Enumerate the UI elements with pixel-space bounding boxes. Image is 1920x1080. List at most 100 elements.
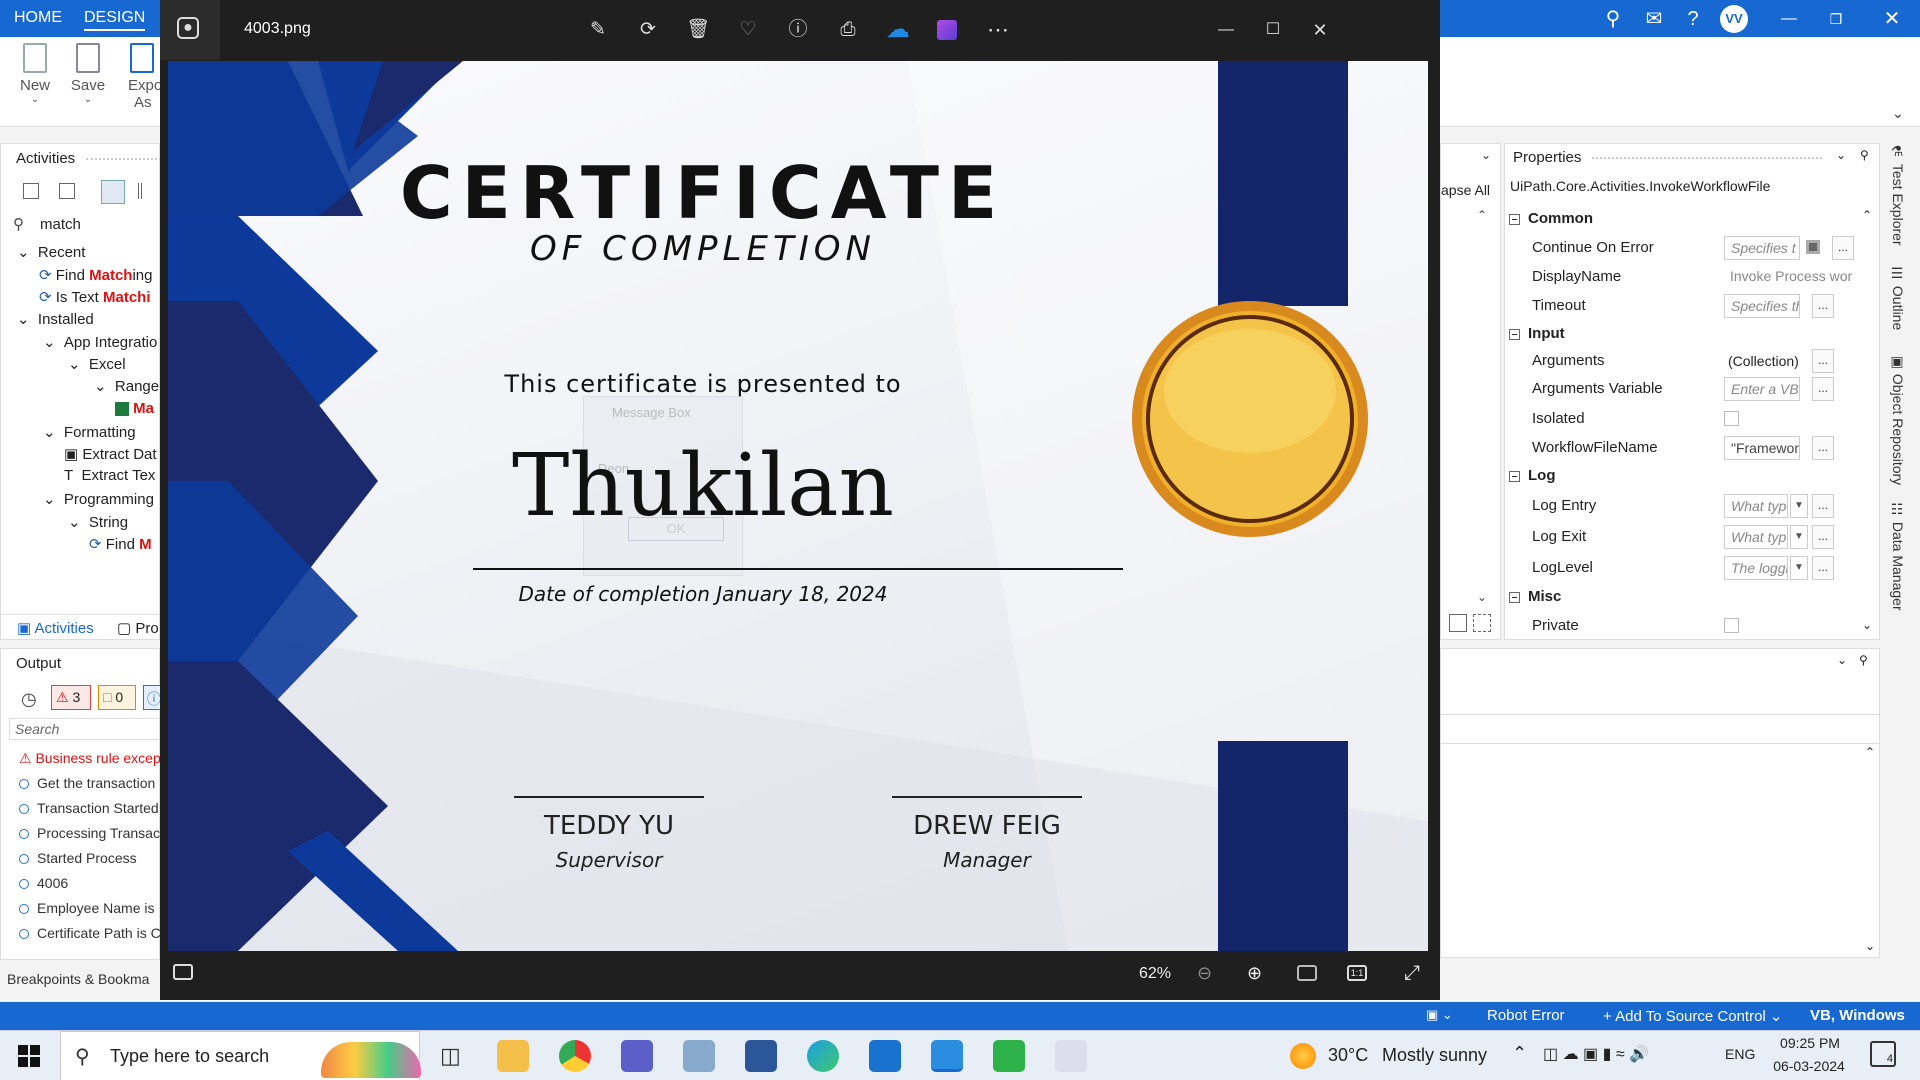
workflow-file-name-input[interactable]: "Framework\P — [1724, 436, 1800, 460]
weather-sun-icon[interactable] — [1290, 1043, 1316, 1069]
output-line[interactable]: Get the transaction — [19, 775, 155, 791]
tree-node-range[interactable]: ⌄ Range — [94, 377, 159, 395]
category-common[interactable]: Common — [1509, 210, 1593, 227]
tree-item-match-excel[interactable]: Ma — [115, 400, 154, 417]
tab-activities[interactable]: ▣ Activities — [17, 619, 94, 637]
close-icon[interactable]: ✕ — [1879, 6, 1905, 32]
onedrive-icon[interactable]: ☁ — [885, 17, 911, 43]
tree-item-extract-date[interactable]: ▣ Extract Dat — [64, 445, 157, 463]
maximize-icon[interactable]: ☐ — [1260, 17, 1286, 43]
category-input[interactable]: Input — [1509, 325, 1565, 342]
fullscreen-icon[interactable]: ⤢ — [1404, 962, 1420, 985]
chevron-down-icon[interactable]: ⌄ — [1477, 590, 1487, 604]
clipchamp-icon[interactable] — [937, 20, 957, 40]
filmstrip-icon[interactable] — [173, 964, 193, 980]
tree-node-string[interactable]: ⌄ String — [68, 513, 128, 531]
chevron-down-icon[interactable]: ⌄ — [1481, 148, 1491, 162]
side-tab-data-manager[interactable]: ☷ Data Manager — [1890, 502, 1906, 611]
photos-app-icon[interactable]: ● — [177, 17, 199, 39]
tab-project[interactable]: ▢ Pro — [117, 619, 159, 637]
minimize-icon[interactable]: — — [1213, 17, 1239, 43]
app-icon[interactable] — [683, 1040, 715, 1072]
info-icon[interactable]: ⓘ — [785, 17, 811, 43]
category-misc[interactable]: Misc — [1509, 588, 1561, 605]
actual-size-icon[interactable]: 1:1 — [1347, 965, 1367, 981]
restore-icon[interactable]: ❐ — [1823, 6, 1849, 32]
ellipsis-button[interactable]: ... — [1812, 556, 1834, 580]
export-button[interactable]: Expo As — [118, 43, 162, 111]
private-checkbox[interactable] — [1724, 618, 1739, 633]
chevron-up-icon[interactable]: ⌃ — [1865, 745, 1875, 759]
chevron-up-icon[interactable]: ⌃ — [1512, 1043, 1527, 1064]
chevron-down-icon[interactable]: ▼ — [1790, 494, 1808, 518]
tree-node-app-integration[interactable]: ⌄ App Integratio — [43, 333, 157, 351]
ellipsis-button[interactable]: ... — [1812, 377, 1834, 401]
avatar[interactable]: VV — [1720, 5, 1748, 33]
app-window-icon[interactable] — [1055, 1040, 1087, 1072]
help-icon[interactable]: ? — [1680, 6, 1706, 32]
tree-node-formatting[interactable]: ⌄ Formatting — [43, 423, 136, 441]
chevron-down-icon[interactable]: ⌄ — [1837, 653, 1847, 667]
photos-icon[interactable] — [931, 1040, 963, 1072]
zoom-out-icon[interactable]: ⊖ — [1197, 963, 1212, 984]
info-filter-button[interactable]: ⓘ — [143, 685, 161, 710]
word-icon[interactable] — [745, 1040, 777, 1072]
chevron-up-icon[interactable]: ⌃ — [1477, 208, 1487, 222]
feedback-icon[interactable]: ✉ — [1641, 6, 1667, 32]
timeout-input[interactable]: Specifies the a — [1724, 294, 1800, 318]
output-line[interactable]: Employee Name is — [19, 900, 155, 916]
errors-filter-button[interactable]: ⚠ 3 — [51, 685, 91, 710]
output-line[interactable]: Transaction Started — [19, 800, 159, 816]
task-view-icon[interactable]: ◫ — [440, 1043, 461, 1069]
fit-window-icon[interactable] — [1297, 965, 1317, 981]
rotate-icon[interactable]: ⟳ — [635, 17, 661, 43]
category-log[interactable]: Log — [1509, 467, 1556, 484]
delete-icon[interactable]: 🗑 — [685, 17, 711, 43]
output-line[interactable]: Started Process — [19, 850, 137, 866]
new-button[interactable]: New ⌄ — [10, 43, 60, 105]
more-icon[interactable]: ⋯ — [985, 17, 1011, 43]
output-line-error[interactable]: ⚠ Business rule excep — [19, 750, 161, 767]
weather-desc[interactable]: Mostly sunny — [1382, 1045, 1487, 1066]
tray-icons[interactable]: ◫ ☁ ▣ ▮ ≈ 🔊 — [1543, 1044, 1649, 1064]
save-button[interactable]: Save ⌄ — [63, 43, 113, 105]
language-status[interactable]: VB, Windows — [1810, 1007, 1905, 1024]
isolated-checkbox[interactable] — [1724, 411, 1739, 426]
chevron-down-icon[interactable]: ⌄ — [1892, 105, 1904, 122]
search-icon[interactable]: ⚲ — [1600, 6, 1626, 32]
taskbar-search-box[interactable]: ⚲ Type here to search — [60, 1031, 421, 1080]
add-source-control-button[interactable]: + Add To Source Control ⌄ — [1603, 1007, 1783, 1025]
chevron-down-icon[interactable]: ⌄ — [1862, 618, 1872, 632]
tree-node-installed[interactable]: ⌄ Installed — [17, 310, 94, 328]
ellipsis-button[interactable]: ... — [1832, 236, 1854, 260]
weather-temp[interactable]: 30°C — [1328, 1045, 1368, 1066]
chevron-down-icon[interactable]: ⌄ — [1836, 148, 1846, 162]
minimize-icon[interactable]: — — [1776, 6, 1802, 32]
tree-item-extract-text[interactable]: T Extract Tex — [64, 467, 155, 484]
chevron-down-icon[interactable]: ▼ — [1790, 525, 1808, 549]
file-explorer-icon[interactable] — [497, 1040, 529, 1072]
robot-error-status[interactable]: Robot Error — [1487, 1007, 1565, 1024]
teams-icon[interactable] — [621, 1040, 653, 1072]
output-line[interactable]: 4006 — [19, 875, 68, 891]
clock-icon[interactable]: ◷ — [21, 689, 37, 710]
log-exit-select[interactable]: What type — [1724, 525, 1788, 549]
tree-item-find-match[interactable]: ⟳ Find M — [89, 535, 152, 553]
tree-item-find-matching[interactable]: ⟳ Find Matching — [39, 266, 152, 284]
side-tab-test-explorer[interactable]: ⚗ Test Explorer — [1890, 144, 1906, 246]
zoom-in-icon[interactable]: ⊕ — [1247, 963, 1262, 984]
warnings-filter-button[interactable]: □ 0 — [98, 685, 136, 710]
pin-icon[interactable]: ⚲ — [1859, 653, 1868, 667]
output-line[interactable]: Certificate Path is C — [19, 925, 161, 941]
edit-icon[interactable]: ✎ — [585, 17, 611, 43]
log-level-select[interactable]: The loggin — [1724, 556, 1788, 580]
print-icon[interactable]: ⎙ — [835, 17, 861, 43]
list-view-icon[interactable] — [101, 180, 125, 204]
activities-search-input[interactable]: match — [40, 216, 81, 233]
dashboard-icon[interactable]: ▣ ⌄ — [1426, 1007, 1453, 1023]
pin-icon[interactable]: ⚲ — [1860, 148, 1869, 162]
continue-on-error-input[interactable]: Specifies t — [1724, 236, 1800, 260]
windows-start-icon[interactable] — [18, 1045, 40, 1067]
chrome-icon[interactable] — [559, 1040, 591, 1072]
collapse-all-button[interactable]: apse All — [1441, 182, 1490, 198]
